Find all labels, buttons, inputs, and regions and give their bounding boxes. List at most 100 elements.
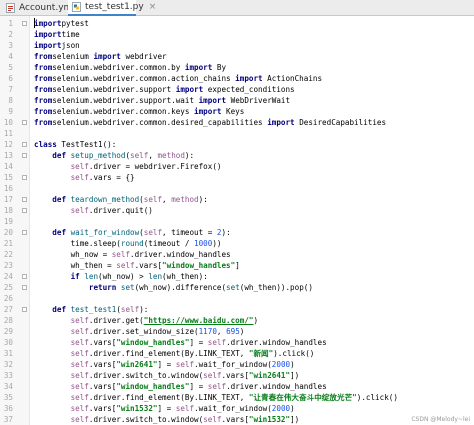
line-number: 9 (8, 107, 13, 116)
editor-tab-bar: Account.yml × test_test1.py × (0, 0, 474, 16)
code-line: 14 self.driver = webdriver.Firefox() (0, 161, 474, 172)
code-token: .vars[ (221, 415, 249, 424)
code-token: import (184, 63, 213, 72)
code-token: .wait_for_window( (194, 404, 272, 413)
code-token: selenium.webdriver.common.keys (52, 107, 195, 116)
code-token: ): (198, 195, 208, 204)
line-number: 15 (3, 173, 13, 182)
code-line: 20 def wait_for_window(self, timeout = 2… (0, 227, 474, 238)
code-text: fromselenium.webdriver.common.keys impor… (34, 106, 244, 117)
fold-marker-icon[interactable] (22, 230, 27, 235)
line-number: 19 (3, 217, 13, 226)
code-token: TestTest1(): (56, 140, 117, 149)
code-token: class (34, 140, 57, 149)
tab-test-test1-py[interactable]: test_test1.py × (68, 0, 156, 16)
code-token: ): (139, 305, 149, 314)
line-number: 12 (3, 140, 13, 149)
fold-marker-icon[interactable] (22, 21, 27, 26)
code-token: from (34, 52, 53, 61)
code-text: importjson (34, 40, 80, 51)
code-token: 2000 (271, 360, 291, 369)
code-token: .driver.find_element(By.LINK_TEXT, (88, 349, 249, 358)
fold-marker-icon[interactable] (22, 274, 27, 279)
code-text: def teardown_method(self, method): (34, 194, 208, 205)
code-token: DesiredCapabilities (294, 118, 387, 127)
code-token: len (148, 272, 163, 281)
fold-marker-icon[interactable] (22, 307, 27, 312)
tab-label: test_test1.py (85, 2, 144, 12)
code-token: json (61, 41, 80, 50)
code-line: 37 self.driver.switch_to.window(self.var… (0, 414, 474, 425)
code-token: from (34, 96, 53, 105)
code-token: self (70, 382, 89, 391)
code-editor[interactable]: 1 importpytest 2 importtime 3 importjson 4 from… (0, 16, 474, 425)
code-token: set (226, 283, 240, 292)
code-token: wh_then = (34, 261, 117, 270)
line-number: 24 (3, 272, 13, 281)
line-number: 35 (3, 393, 13, 402)
code-token: self (70, 393, 89, 402)
line-number: 31 (3, 349, 13, 358)
fold-marker-icon[interactable] (22, 285, 27, 290)
code-text: def test_test1(self): (34, 304, 148, 315)
code-token: ] (235, 261, 240, 270)
code-line: 23 wh_then = self.vars["window_handles"] (0, 260, 474, 271)
line-number: 16 (3, 184, 13, 193)
code-token: time (61, 30, 80, 39)
code-token: By (212, 63, 227, 72)
code-text: self.driver = webdriver.Firefox() (34, 161, 222, 172)
fold-marker-icon[interactable] (22, 208, 27, 213)
code-token: setup_method (66, 151, 126, 160)
code-line: 8 fromselenium.webdriver.support.wait imp… (0, 95, 474, 106)
code-text: self.vars["win1532"] = self.wait_for_win… (34, 403, 295, 414)
code-token: self (207, 338, 227, 347)
code-token: self (143, 195, 163, 204)
line-number: 17 (3, 195, 13, 204)
code-token: from (34, 74, 53, 83)
code-line: 31 self.driver.find_element(By.LINK_TEXT… (0, 348, 474, 359)
line-number: 6 (8, 74, 13, 83)
code-token: self (70, 349, 89, 358)
code-line: 33 self.driver.switch_to.window(self.var… (0, 370, 474, 381)
fold-marker-icon[interactable] (22, 197, 27, 202)
fold-marker-icon[interactable] (22, 120, 27, 125)
code-line: 26 (0, 293, 474, 304)
code-token: import (175, 85, 204, 94)
code-text: wh_now = self.driver.window_handles (34, 249, 231, 260)
code-token: , timeout = (162, 228, 217, 237)
fold-marker-icon[interactable] (22, 142, 27, 147)
code-token: .driver.window_handles (226, 382, 327, 391)
fold-marker-icon[interactable] (22, 153, 27, 158)
code-token: )) (212, 239, 222, 248)
line-number: 30 (3, 338, 13, 347)
code-token: "window_handles" (162, 261, 236, 270)
tab-account-yml[interactable]: Account.yml × (2, 0, 87, 16)
line-number: 36 (3, 404, 13, 413)
code-text: self.driver.quit() (34, 205, 153, 216)
code-line: 28 self.driver.get("https://www.baidu.co… (0, 315, 474, 326)
close-icon[interactable]: × (149, 2, 157, 12)
code-text: def setup_method(self, method): (34, 150, 194, 161)
code-token: selenium.webdriver.common.action_chains (52, 74, 236, 83)
code-token: Keys (221, 107, 245, 116)
code-token: "win1532" (248, 415, 291, 424)
fold-marker-icon[interactable] (22, 175, 27, 180)
line-number: 3 (8, 41, 13, 50)
code-text: fromselenium.webdriver.common.action_cha… (34, 73, 322, 84)
code-token: selenium.webdriver.support.wait (52, 96, 199, 105)
python-file-icon (72, 2, 81, 12)
code-token: self (70, 404, 89, 413)
code-token: 1000 (194, 239, 213, 248)
code-line: 9 fromselenium.webdriver.common.keys impo… (0, 106, 474, 117)
code-text: self.driver.switch_to.window(self.vars["… (34, 370, 300, 381)
code-token: self (70, 415, 89, 424)
code-token: , (216, 327, 227, 336)
code-token: ] = (157, 404, 176, 413)
